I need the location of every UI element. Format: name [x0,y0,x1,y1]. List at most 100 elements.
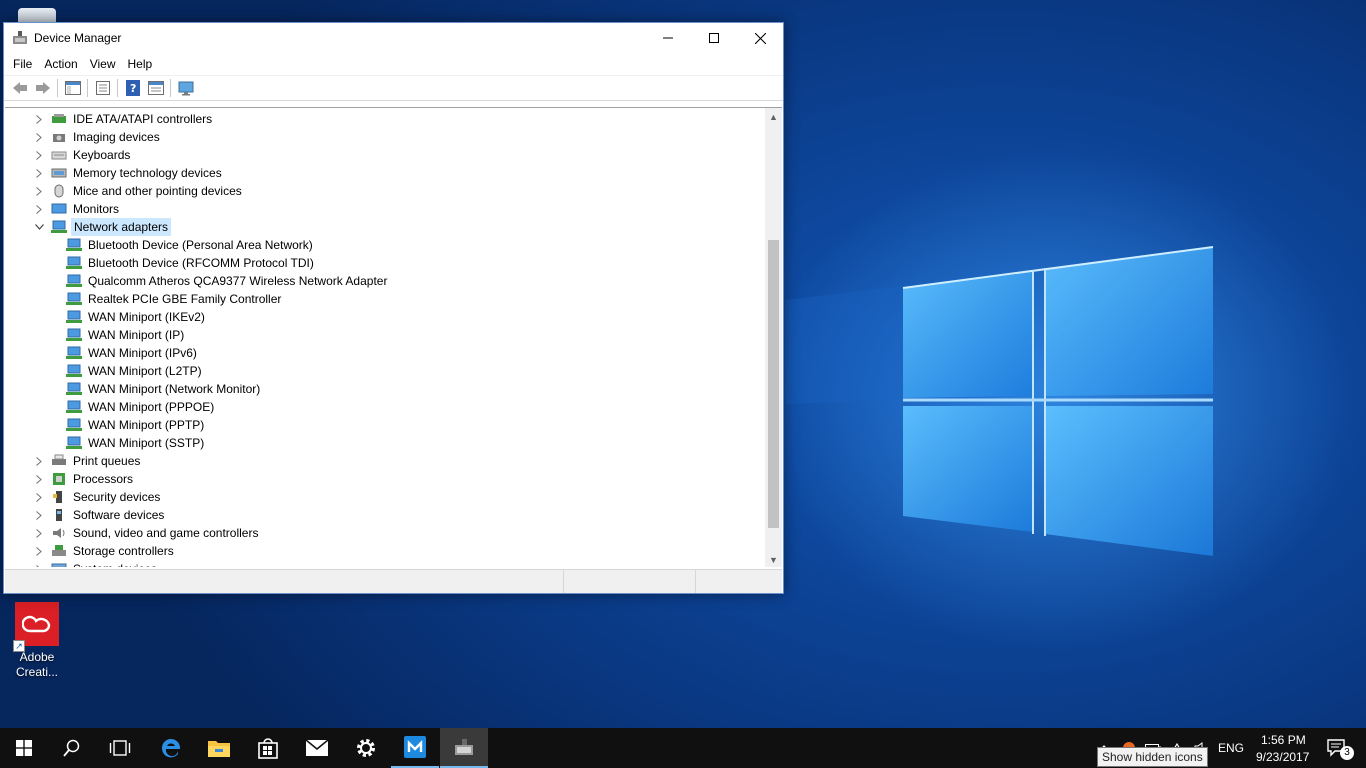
tree-node-label: WAN Miniport (PPPOE) [88,400,215,414]
scroll-down-icon[interactable]: ▼ [765,551,782,567]
chevron-right-icon[interactable] [33,110,45,128]
tree-device[interactable]: WAN Miniport (IKEv2) [60,308,207,326]
window-title: Device Manager [34,31,122,45]
tree-device[interactable]: Realtek PCIe GBE Family Controller [60,290,283,308]
chevron-down-icon[interactable] [33,218,45,236]
chevron-right-icon[interactable] [33,488,45,506]
tree-category[interactable]: Monitors [33,200,121,218]
tree-device[interactable]: WAN Miniport (PPTP) [60,416,206,434]
edge-button[interactable] [147,728,195,768]
scroll-thumb[interactable] [768,240,779,528]
folder-icon [208,741,230,757]
system-device-icon [51,562,67,567]
chevron-right-icon[interactable] [33,452,45,470]
mouse-icon [51,184,67,198]
chevron-right-icon[interactable] [33,506,45,524]
vertical-scrollbar[interactable]: ▲ ▼ [765,108,782,567]
minimize-button[interactable] [645,23,691,53]
settings-button[interactable] [342,728,390,768]
tree-device[interactable]: Bluetooth Device (Personal Area Network) [60,236,315,254]
security-device-icon [51,490,67,504]
input-language-indicator[interactable]: ENG [1218,741,1244,755]
chevron-right-icon[interactable] [33,200,45,218]
tree-category[interactable]: Memory technology devices [33,164,224,182]
tree-device[interactable]: Qualcomm Atheros QCA9377 Wireless Networ… [60,272,389,290]
tree-category[interactable]: System devices [33,560,159,567]
scan-hardware-changes-button[interactable] [174,77,197,99]
tree-node-label: Print queues [73,454,141,468]
tree-category[interactable]: Print queues [33,452,142,470]
device-manager-icon [455,739,473,755]
view-icon [147,81,164,95]
tree-device[interactable]: WAN Miniport (IP) [60,326,186,344]
title-bar[interactable]: Device Manager [4,23,783,53]
recycle-bin-icon[interactable] [18,8,56,22]
device-tree[interactable]: IDE ATA/ATAPI controllers Imaging devices… [5,107,782,567]
mail-button[interactable] [293,728,341,768]
tree-device[interactable]: WAN Miniport (IPv6) [60,344,199,362]
properties-icon [95,81,110,95]
network-adapter-icon [66,436,82,450]
adobe-creative-cloud-shortcut[interactable]: ↗ Adobe Creati... [6,600,68,684]
tree-category[interactable]: Mice and other pointing devices [33,182,244,200]
maxthon-browser-button[interactable] [391,728,439,768]
edge-icon [161,738,181,758]
chevron-right-icon[interactable] [33,182,45,200]
scroll-up-icon[interactable]: ▲ [765,108,782,125]
tree-category[interactable]: Security devices [33,488,162,506]
close-button[interactable] [737,23,783,53]
tree-device[interactable]: WAN Miniport (L2TP) [60,362,204,380]
tree-category[interactable]: Storage controllers [33,542,176,560]
tree-category[interactable]: Software devices [33,506,166,524]
chevron-right-icon[interactable] [33,146,45,164]
tree-node-label: IDE ATA/ATAPI controllers [73,112,213,126]
tree-node-label: Network adapters [71,218,172,236]
back-button[interactable] [8,77,31,99]
show-hide-console-tree-button[interactable] [61,77,84,99]
chevron-right-icon[interactable] [33,470,45,488]
chevron-right-icon[interactable] [33,128,45,146]
tree-category[interactable]: Sound, video and game controllers [33,524,260,542]
task-view-button[interactable] [96,728,144,768]
menu-help[interactable]: Help [122,53,159,75]
gear-icon [357,739,375,757]
tree-category[interactable]: IDE ATA/ATAPI controllers [33,110,214,128]
tree-category[interactable]: Keyboards [33,146,132,164]
maximize-button[interactable] [691,23,737,53]
show-hidden-view-button[interactable] [144,77,167,99]
tree-node-label: WAN Miniport (IP) [88,328,185,342]
forward-button[interactable] [31,77,54,99]
tree-device[interactable]: WAN Miniport (Network Monitor) [60,380,262,398]
help-button[interactable]: ? [121,77,144,99]
scan-monitor-icon [178,81,193,95]
store-icon [258,738,278,759]
tree-device[interactable]: Bluetooth Device (RFCOMM Protocol TDI) [60,254,316,272]
menu-action[interactable]: Action [38,53,83,75]
chevron-right-icon[interactable] [33,164,45,182]
menu-view[interactable]: View [84,53,122,75]
tree-category[interactable]: Imaging devices [33,128,162,146]
store-button[interactable] [244,728,292,768]
tree-node-label: Bluetooth Device (Personal Area Network) [88,238,313,252]
tree-category-network-adapters[interactable]: Network adapters [33,218,172,236]
clock-date[interactable]: 9/23/2017 [1256,750,1309,764]
start-button[interactable] [0,728,48,768]
svg-text:?: ? [130,82,136,95]
search-button[interactable] [48,728,96,768]
properties-button[interactable] [91,77,114,99]
toolbar-separator [170,79,171,97]
chevron-right-icon[interactable] [33,542,45,560]
menu-file[interactable]: File [7,53,38,75]
tree-device[interactable]: WAN Miniport (PPPOE) [60,398,216,416]
network-adapter-icon [66,292,82,306]
clock-time[interactable]: 1:56 PM [1261,733,1306,747]
action-center-button[interactable]: 3 [1318,728,1358,768]
device-manager-window[interactable]: Device Manager File Action View Help ? I… [3,22,784,594]
tree-device[interactable]: WAN Miniport (SSTP) [60,434,206,452]
storage-controller-icon [51,544,67,558]
tree-category[interactable]: Processors [33,470,135,488]
chevron-right-icon[interactable] [33,560,45,567]
device-manager-taskbar-button[interactable] [440,728,488,768]
chevron-right-icon[interactable] [33,524,45,542]
file-explorer-button[interactable] [195,728,243,768]
